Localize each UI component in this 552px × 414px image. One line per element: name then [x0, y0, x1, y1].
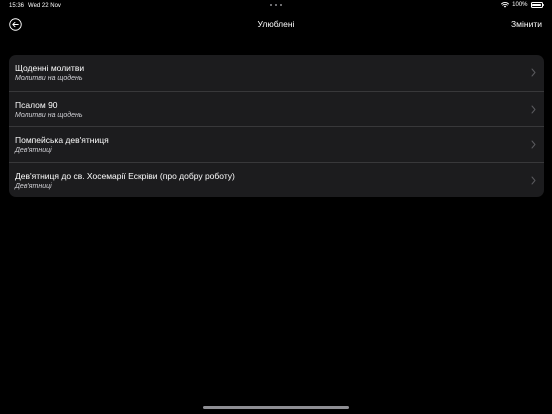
battery-icon [530, 2, 544, 8]
list-item-title: Помпейська дев'ятниця [15, 135, 109, 145]
list-item[interactable]: Помпейська дев'ятниця Дев'ятниці [9, 126, 544, 162]
list-item-subtitle: Дев'ятниці [15, 182, 52, 190]
status-time: 15:36 Wed 22 Nov [9, 3, 61, 9]
status-date: Wed 22 Nov [28, 3, 61, 9]
battery-fill [532, 3, 541, 7]
dot [274, 4, 278, 7]
favorites-list: Щоденні молитви Молитви на щодень Псалом… [9, 55, 544, 197]
status-time-text: 15:36 [9, 3, 25, 9]
dot [270, 4, 273, 7]
list-item-subtitle: Молитви на щодень [15, 75, 83, 82]
favorites-screen: 15:36 Wed 22 Nov 100% Улюблені Змінити Щ… [0, 0, 552, 414]
wifi-icon [501, 2, 510, 8]
edit-button[interactable]: Змінити [511, 19, 542, 29]
list-item[interactable]: Дев'ятниця до св. Хосемарії Ескріви (про… [9, 161, 544, 198]
status-bar: 15:36 Wed 22 Nov 100% [0, 0, 552, 12]
page-title: Улюблені [257, 19, 295, 29]
list-item[interactable]: Щоденні молитви Молитви на щодень [9, 55, 544, 91]
chevron-right-icon [531, 68, 536, 77]
battery-cap [543, 3, 544, 7]
list-item-title: Щоденні молитви [15, 63, 85, 73]
status-indicators: 100% [501, 2, 544, 8]
dot [279, 4, 282, 7]
navigation-bar: Улюблені Змінити [0, 12, 552, 38]
multitasking-dots-icon[interactable] [270, 4, 282, 7]
battery-body [530, 2, 543, 8]
list-item-subtitle: Дев'ятниці [15, 147, 52, 154]
chevron-right-icon [531, 105, 536, 114]
list-item-title: Псалом 90 [15, 99, 58, 110]
chevron-right-icon [531, 140, 536, 149]
list-item[interactable]: Псалом 90 Молитви на щодень [9, 90, 544, 127]
list-item-subtitle: Молитви на щодень [15, 111, 83, 119]
home-indicator[interactable] [203, 406, 349, 409]
chevron-right-icon [531, 176, 536, 185]
battery-percentage: 100% [512, 2, 528, 8]
list-item-title: Дев'ятниця до св. Хосемарії Ескріви (про… [15, 170, 235, 181]
